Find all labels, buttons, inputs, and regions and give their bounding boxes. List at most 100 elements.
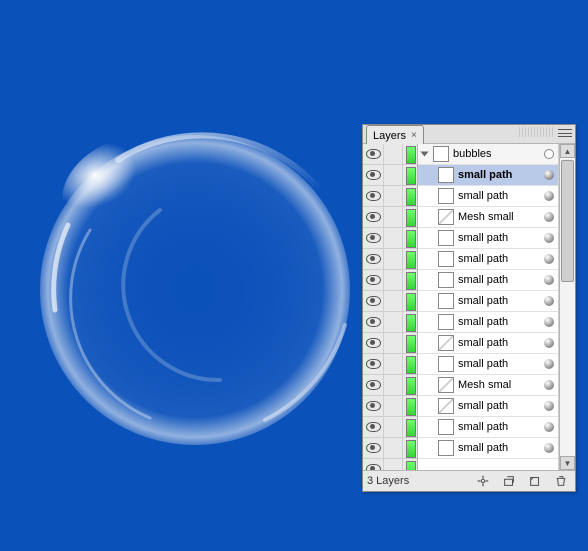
visibility-toggle[interactable] <box>363 417 384 437</box>
tab-label: Layers <box>373 130 406 142</box>
lock-cell[interactable] <box>384 207 403 227</box>
target-icon[interactable] <box>544 191 554 201</box>
layer-name[interactable]: bubbles <box>453 148 540 160</box>
visibility-toggle[interactable] <box>363 228 384 248</box>
lock-cell[interactable] <box>384 438 403 458</box>
visibility-toggle[interactable] <box>363 375 384 395</box>
lock-cell[interactable] <box>384 249 403 269</box>
layer-row[interactable]: small path <box>418 165 558 186</box>
eye-icon <box>366 149 381 159</box>
layer-name[interactable]: small path <box>458 358 540 370</box>
close-icon[interactable]: × <box>411 130 417 141</box>
layer-row[interactable]: small path <box>418 270 558 291</box>
visibility-toggle[interactable] <box>363 186 384 206</box>
lock-cell[interactable] <box>384 270 403 290</box>
panel-menu-icon[interactable] <box>558 129 572 137</box>
lock-cell[interactable] <box>384 228 403 248</box>
lock-cell[interactable] <box>384 396 403 416</box>
target-icon[interactable] <box>544 443 554 453</box>
layer-name[interactable]: small path <box>458 169 540 181</box>
target-icon[interactable] <box>544 296 554 306</box>
disclosure-triangle-icon[interactable] <box>421 152 429 157</box>
visibility-toggle[interactable] <box>363 249 384 269</box>
scroll-up-button[interactable]: ▲ <box>560 144 575 158</box>
target-icon[interactable] <box>544 401 554 411</box>
layer-row[interactable]: Mesh small <box>418 207 558 228</box>
scrollbar[interactable]: ▲ ▼ <box>559 144 575 470</box>
target-icon[interactable] <box>544 338 554 348</box>
layer-name[interactable]: small path <box>458 190 540 202</box>
visibility-toggle[interactable] <box>363 312 384 332</box>
eye-icon <box>366 317 381 327</box>
lock-cell[interactable] <box>384 165 403 185</box>
layer-name[interactable]: small path <box>458 295 540 307</box>
lock-cell[interactable] <box>384 354 403 374</box>
layer-row[interactable]: small path <box>418 396 558 417</box>
layer-row[interactable]: small path <box>418 333 558 354</box>
layer-group-row[interactable]: bubbles <box>418 144 558 165</box>
scroll-down-button[interactable]: ▼ <box>560 456 575 470</box>
visibility-toggle[interactable] <box>363 333 384 353</box>
layer-row[interactable]: small path <box>418 417 558 438</box>
layer-name[interactable]: small path <box>458 337 540 349</box>
lock-cell[interactable] <box>384 312 403 332</box>
layer-row[interactable]: small path <box>418 228 558 249</box>
panel-grip[interactable] <box>519 127 555 137</box>
layer-name[interactable]: small path <box>458 421 540 433</box>
lock-cell[interactable] <box>384 291 403 311</box>
target-icon[interactable] <box>544 380 554 390</box>
visibility-toggle[interactable] <box>363 459 384 470</box>
target-icon[interactable] <box>544 233 554 243</box>
target-icon[interactable] <box>544 212 554 222</box>
layer-row[interactable]: small path <box>418 249 558 270</box>
visibility-toggle[interactable] <box>363 144 384 164</box>
layer-row[interactable]: Mesh smal <box>418 375 558 396</box>
new-sublayer-icon[interactable] <box>499 473 519 489</box>
new-layer-icon[interactable] <box>525 473 545 489</box>
visibility-toggle[interactable] <box>363 207 384 227</box>
visibility-toggle[interactable] <box>363 438 384 458</box>
layer-name[interactable]: small path <box>458 400 540 412</box>
lock-cell[interactable] <box>384 186 403 206</box>
layer-row[interactable]: small path <box>418 354 558 375</box>
layer-row[interactable]: small path <box>418 438 558 459</box>
layer-name[interactable]: Mesh small <box>458 211 540 223</box>
scroll-thumb[interactable] <box>561 160 574 282</box>
lock-cell[interactable] <box>384 459 403 470</box>
layer-name[interactable]: small path <box>458 442 540 454</box>
lock-cell[interactable] <box>384 144 403 164</box>
visibility-toggle[interactable] <box>363 165 384 185</box>
visibility-toggle[interactable] <box>363 291 384 311</box>
layer-name[interactable]: small path <box>458 232 540 244</box>
target-icon[interactable] <box>544 359 554 369</box>
layers-tab[interactable]: Layers × <box>366 125 424 144</box>
visibility-toggle[interactable] <box>363 354 384 374</box>
eye-icon <box>366 296 381 306</box>
layer-name[interactable]: small path <box>458 253 540 265</box>
layer-name[interactable]: small path <box>458 274 540 286</box>
layer-name[interactable]: Mesh smal <box>458 379 540 391</box>
eye-icon <box>366 338 381 348</box>
visibility-toggle[interactable] <box>363 270 384 290</box>
color-strip <box>406 314 416 332</box>
lock-cell[interactable] <box>384 375 403 395</box>
layer-row[interactable]: small path <box>418 312 558 333</box>
target-icon[interactable] <box>544 317 554 327</box>
locate-object-icon[interactable] <box>473 473 493 489</box>
visibility-toggle[interactable] <box>363 396 384 416</box>
layer-row[interactable]: small path <box>418 186 558 207</box>
target-icon[interactable] <box>544 170 554 180</box>
scroll-track[interactable] <box>560 158 575 456</box>
target-icon[interactable] <box>544 254 554 264</box>
target-icon[interactable] <box>544 275 554 285</box>
target-icon[interactable] <box>544 422 554 432</box>
panel-tab-bar: Layers × <box>363 125 575 144</box>
trash-icon[interactable] <box>551 473 571 489</box>
layer-name[interactable]: small path <box>458 316 540 328</box>
layer-thumbnail <box>438 293 454 309</box>
color-strip <box>406 377 416 395</box>
lock-cell[interactable] <box>384 417 403 437</box>
layer-row[interactable]: small path <box>418 291 558 312</box>
target-icon[interactable] <box>544 149 554 159</box>
lock-cell[interactable] <box>384 333 403 353</box>
